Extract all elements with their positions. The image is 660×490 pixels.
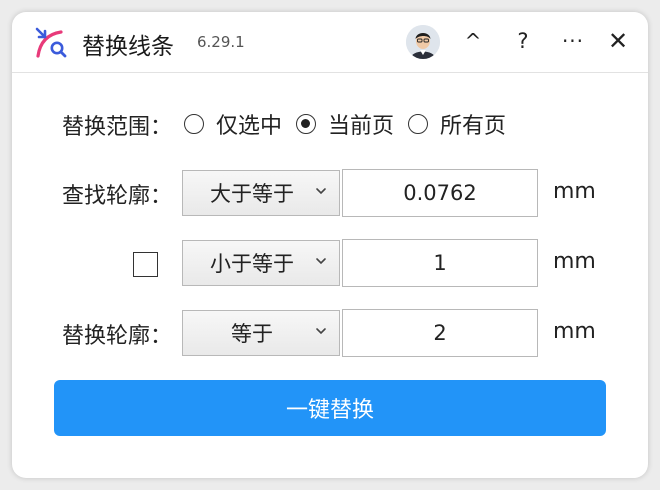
unit-label: mm [553,249,596,274]
find-value-2-input[interactable] [342,239,538,287]
chevron-down-icon [316,328,326,335]
unit-label: mm [553,319,596,344]
replace-lines-window: 替换线条 6.29.1 ^ ? ··· ✕ 替换范围： 仅选中 当前页 所有页 … [12,12,648,478]
help-button[interactable]: ? [508,26,538,56]
avatar-image [406,25,440,59]
user-avatar[interactable] [406,25,440,59]
collapse-button[interactable]: ^ [458,26,488,56]
find-operator-1-select[interactable]: 大于等于 [182,170,340,216]
replace-label: 替换轮廓： [62,324,173,349]
radio-label: 所有页 [440,114,507,139]
radio-button[interactable] [184,114,204,134]
app-logo-icon [35,27,67,58]
replace-all-button[interactable]: 一键替换 [54,380,606,436]
find-operator-2-select[interactable]: 小于等于 [182,240,340,286]
find-value-1-input[interactable] [342,169,538,217]
enable-upper-bound-checkbox[interactable] [133,252,158,277]
app-version: 6.29.1 [197,33,245,51]
scope-label: 替换范围： [62,115,173,140]
scope-radio-group: 仅选中 当前页 所有页 [184,108,520,140]
app-title: 替换线条 [82,34,174,60]
scope-option-current-page[interactable]: 当前页 [296,108,394,140]
scope-option-selected-only[interactable]: 仅选中 [184,108,282,140]
close-button[interactable]: ✕ [603,26,633,56]
radio-label: 当前页 [328,114,395,139]
replace-value-input[interactable] [342,309,538,357]
more-button[interactable]: ··· [558,26,588,56]
chevron-down-icon [316,258,326,265]
title-bar: 替换线条 6.29.1 ^ ? ··· ✕ [12,12,648,73]
replace-operator-select[interactable]: 等于 [182,310,340,356]
radio-button[interactable] [408,114,429,134]
radio-label: 仅选中 [216,114,283,139]
find-label: 查找轮廓： [62,184,173,209]
chevron-down-icon [316,188,326,195]
scope-option-all-pages[interactable]: 所有页 [408,108,506,140]
radio-button[interactable] [296,114,317,134]
unit-label: mm [553,179,596,204]
